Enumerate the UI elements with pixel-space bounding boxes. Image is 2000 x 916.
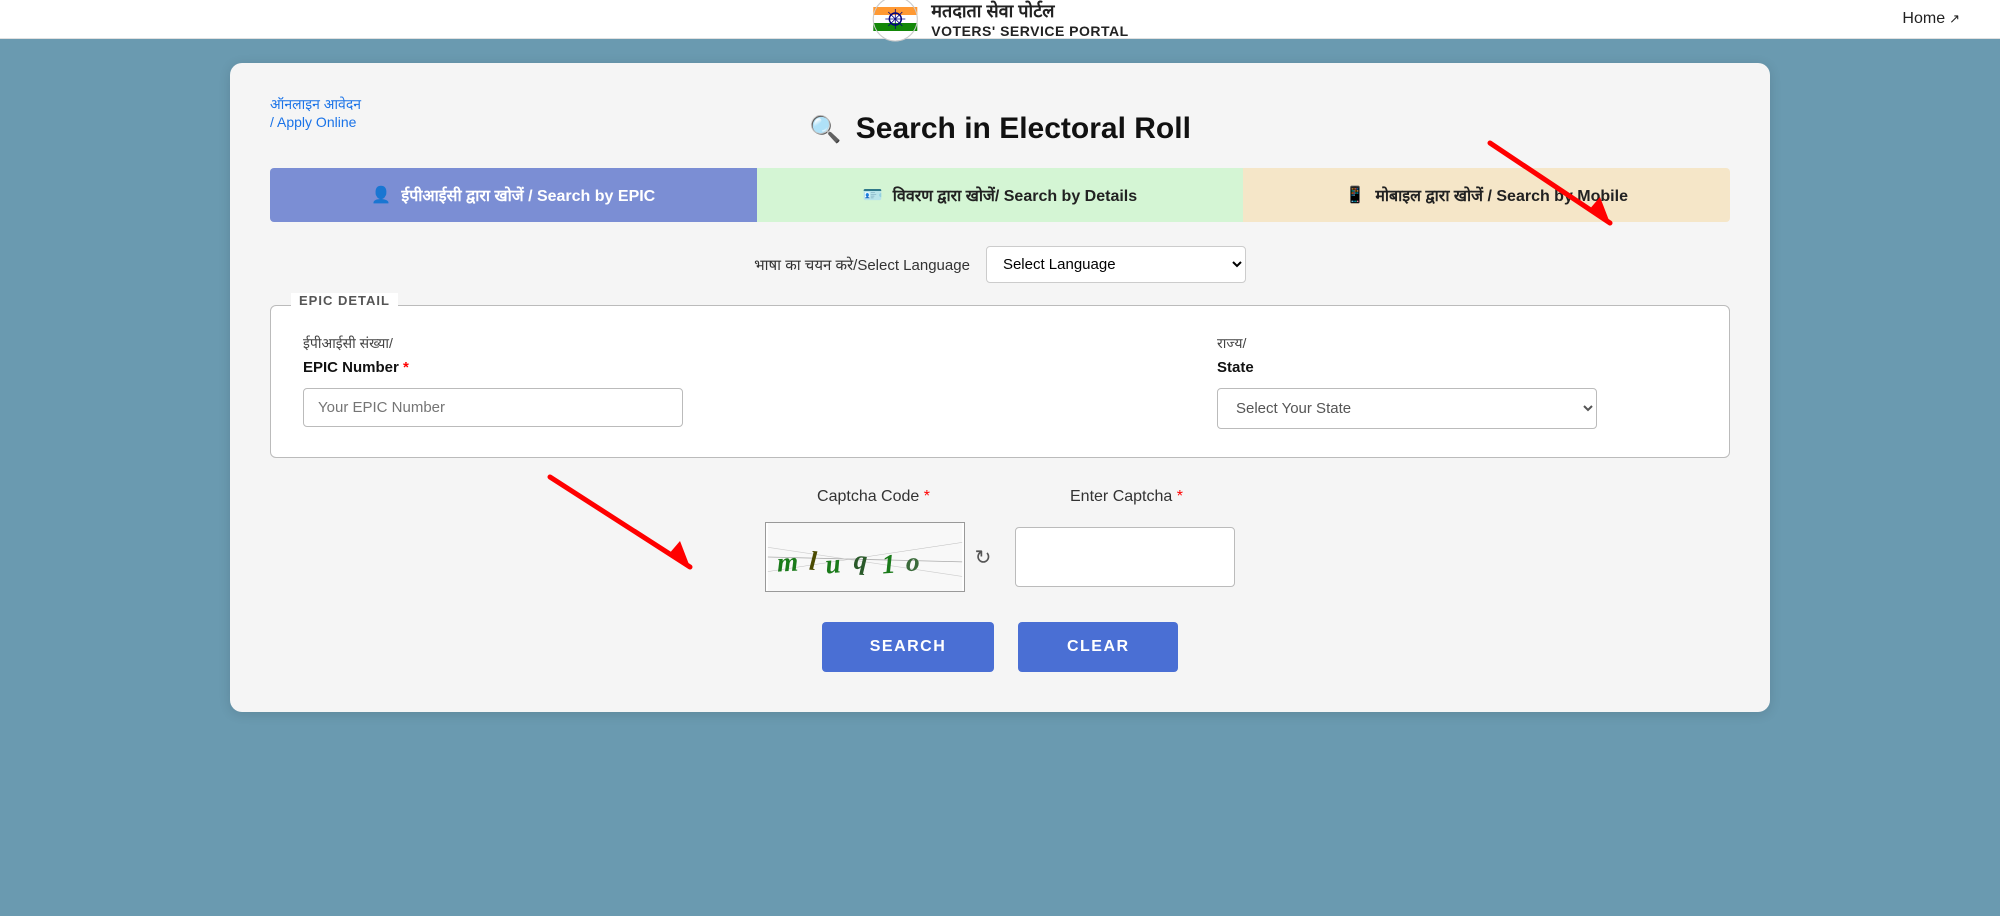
search-button[interactable]: SEARCH bbox=[822, 622, 995, 672]
eci-logo bbox=[871, 0, 919, 43]
tab-details-label: विवरण द्वारा खोजें/ Search by Details bbox=[893, 184, 1137, 206]
state-label-hindi: राज्य/ bbox=[1217, 334, 1697, 353]
epic-number-label-hindi: ईपीआईसी संख्या/ bbox=[303, 334, 783, 353]
captcha-required-star: * bbox=[924, 488, 930, 505]
captcha-refresh-icon[interactable]: ↻ bbox=[975, 545, 992, 570]
epic-fields-row: ईपीआईसी संख्या/ EPIC Number * राज्य/ Sta… bbox=[303, 334, 1697, 429]
buttons-row: SEARCH CLEAR bbox=[270, 622, 1730, 672]
captcha-input[interactable] bbox=[1015, 527, 1235, 587]
captcha-image: m l u q 1 o bbox=[765, 522, 965, 592]
enter-captcha-required-star: * bbox=[1177, 488, 1183, 505]
header-title-block: मतदाता सेवा पोर्टल VOTERS' SERVICE PORTA… bbox=[931, 0, 1128, 39]
home-label: Home bbox=[1902, 10, 1945, 28]
apply-online-label[interactable]: Apply Online bbox=[277, 114, 356, 130]
clear-button[interactable]: CLEAR bbox=[1018, 622, 1178, 672]
tabs-row: 👤 ईपीआईसी द्वारा खोजें / Search by EPIC … bbox=[270, 168, 1730, 222]
tab-epic-label: ईपीआईसी द्वारा खोजें / Search by EPIC bbox=[401, 184, 655, 206]
main-card: ऑनलाइन आवेदन / Apply Online 🔍 Search in … bbox=[230, 63, 1770, 712]
svg-text:o: o bbox=[905, 547, 920, 577]
header-center: मतदाता सेवा पोर्टल VOTERS' SERVICE PORTA… bbox=[871, 0, 1128, 43]
captcha-section: Captcha Code * Enter Captcha * bbox=[270, 488, 1730, 592]
tab-mobile-label: मोबाइल द्वारा खोजें / Search by Mobile bbox=[1375, 184, 1628, 206]
epic-number-input[interactable] bbox=[303, 388, 683, 427]
tab-search-by-epic[interactable]: 👤 ईपीआईसी द्वारा खोजें / Search by EPIC bbox=[270, 168, 757, 222]
header-title-english: VOTERS' SERVICE PORTAL bbox=[931, 23, 1128, 39]
language-row: भाषा का चयन करे/Select Language Select L… bbox=[270, 246, 1730, 283]
header-title-hindi: मतदाता सेवा पोर्टल bbox=[931, 0, 1054, 23]
tab-mobile-icon: 📱 bbox=[1345, 185, 1365, 205]
home-link[interactable]: Home ↗ bbox=[1902, 10, 1960, 28]
epic-number-label-english: EPIC Number * bbox=[303, 359, 783, 376]
search-icon: 🔍 bbox=[809, 114, 841, 144]
svg-text:m: m bbox=[776, 546, 799, 577]
tab-search-by-details[interactable]: 🪪 विवरण द्वारा खोजें/ Search by Details bbox=[757, 168, 1244, 222]
svg-text:q: q bbox=[853, 545, 868, 576]
epic-detail-box: EPIC DETAIL ईपीआईसी संख्या/ EPIC Number … bbox=[270, 305, 1730, 458]
captcha-code-label: Captcha Code * bbox=[817, 488, 930, 506]
epic-number-group: ईपीआईसी संख्या/ EPIC Number * bbox=[303, 334, 783, 427]
state-select[interactable]: Select Your State Andhra Pradesh Arunach… bbox=[1217, 388, 1597, 429]
tab-epic-icon: 👤 bbox=[371, 185, 391, 205]
state-label-english: State bbox=[1217, 359, 1697, 376]
captcha-labels-row: Captcha Code * Enter Captcha * bbox=[817, 488, 1183, 506]
external-link-icon: ↗ bbox=[1949, 11, 1960, 27]
epic-detail-legend: EPIC DETAIL bbox=[291, 293, 398, 308]
svg-text:1: 1 bbox=[880, 549, 896, 580]
language-label: भाषा का चयन करे/Select Language bbox=[754, 255, 970, 275]
language-select[interactable]: Select Language Hindi English Marathi Be… bbox=[986, 246, 1246, 283]
captcha-svg: m l u q 1 o bbox=[766, 523, 964, 591]
captcha-image-wrap: m l u q 1 o ↻ bbox=[765, 522, 992, 592]
header: मतदाता सेवा पोर्टल VOTERS' SERVICE PORTA… bbox=[0, 0, 2000, 39]
page-title-text: Search in Electoral Roll bbox=[856, 112, 1191, 145]
captcha-inputs-row: m l u q 1 o ↻ bbox=[765, 522, 1236, 592]
enter-captcha-label: Enter Captcha * bbox=[1070, 488, 1183, 506]
svg-text:u: u bbox=[824, 548, 842, 579]
epic-required-star: * bbox=[403, 359, 409, 376]
tab-details-icon: 🪪 bbox=[863, 185, 883, 205]
state-group: राज्य/ State Select Your State Andhra Pr… bbox=[1217, 334, 1697, 429]
tab-search-by-mobile[interactable]: 📱 मोबाइल द्वारा खोजें / Search by Mobile bbox=[1243, 168, 1730, 222]
